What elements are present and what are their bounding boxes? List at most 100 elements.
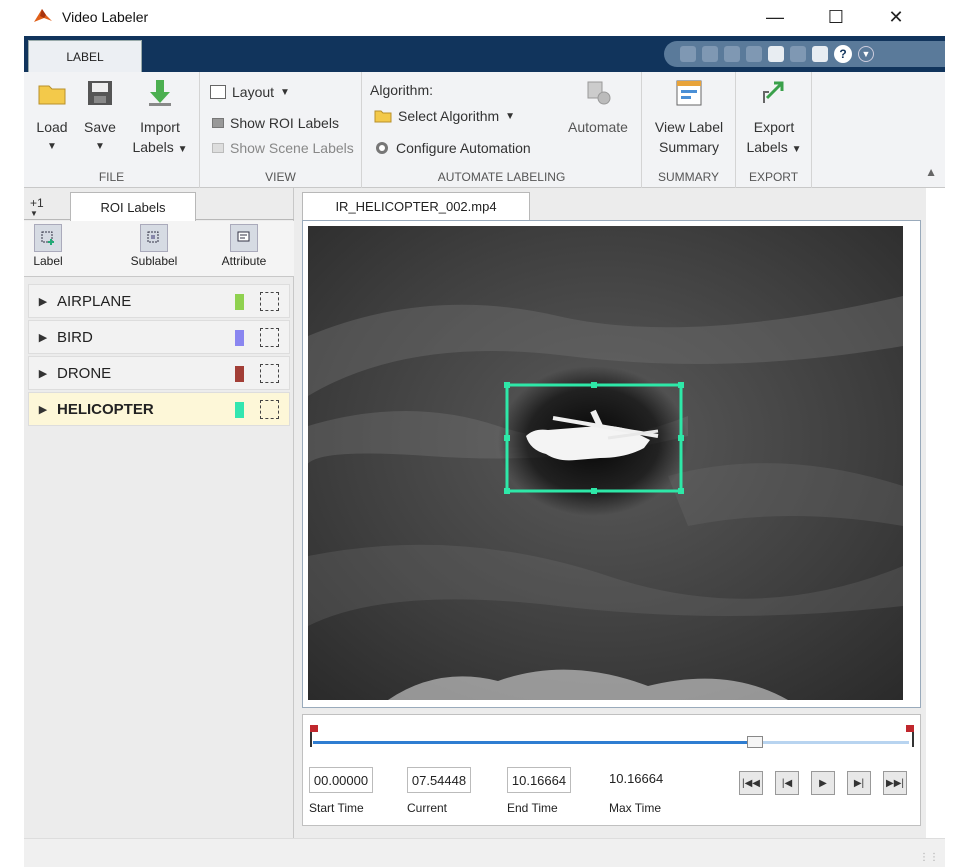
layout-label: Layout bbox=[232, 84, 275, 100]
caret-down-icon: ▼ bbox=[280, 86, 290, 98]
chevron-down-icon[interactable]: ▼ bbox=[858, 46, 874, 62]
tab-roi-labels[interactable]: ROI Labels bbox=[70, 192, 196, 221]
view-label-summary-line1: View Label bbox=[654, 119, 724, 135]
label-list: ▶ AIRPLANE ▶ BIRD ▶ DRONE ▶ HELICOPTER bbox=[28, 284, 290, 428]
automate-label: Automate bbox=[568, 119, 628, 135]
export-labels-button[interactable]: Export Labels ▼ bbox=[742, 78, 806, 160]
switch-windows-icon[interactable] bbox=[812, 46, 828, 62]
save-icon[interactable] bbox=[680, 46, 696, 62]
label-name: DRONE bbox=[57, 364, 112, 382]
expand-arrow-icon[interactable]: ▶ bbox=[29, 403, 57, 416]
algorithm-heading: Algorithm: bbox=[370, 82, 434, 98]
window-title: Video Labeler bbox=[62, 9, 149, 25]
minimize-button[interactable]: — bbox=[752, 0, 798, 34]
tab-overflow-menu[interactable]: +1 ▼ bbox=[30, 196, 44, 218]
add-attribute-button[interactable]: Attribute bbox=[210, 224, 278, 268]
summary-group: View Label Summary SUMMARY bbox=[642, 72, 736, 188]
close-button[interactable]: ✕ bbox=[873, 0, 919, 34]
tab-video-file[interactable]: IR_HELICOPTER_002.mp4 bbox=[302, 192, 530, 220]
layout-icon bbox=[210, 85, 226, 99]
maximize-button[interactable]: ☐ bbox=[813, 0, 859, 34]
show-roi-labels-checkbox[interactable]: Show ROI Labels bbox=[212, 115, 339, 131]
floppy-disk-icon bbox=[88, 81, 112, 105]
attribute-tool-label: Attribute bbox=[221, 254, 267, 268]
first-frame-icon: |◀◀ bbox=[742, 777, 760, 789]
expand-arrow-icon[interactable]: ▶ bbox=[29, 331, 57, 344]
summary-group-label: SUMMARY bbox=[657, 170, 720, 184]
cut-icon[interactable] bbox=[702, 46, 718, 62]
add-attribute-icon bbox=[230, 224, 258, 252]
save-button[interactable]: Save ▼ bbox=[80, 78, 120, 157]
import-labels-button[interactable]: Import Labels ▼ bbox=[130, 78, 190, 160]
view-group: Layout ▼ Show ROI Labels Show Scene Labe… bbox=[200, 72, 362, 188]
roi-rectangle-icon bbox=[260, 400, 279, 419]
help-icon[interactable]: ? bbox=[834, 45, 852, 63]
next-frame-icon: ▶| bbox=[853, 777, 865, 789]
list-item[interactable]: ▶ HELICOPTER bbox=[28, 392, 290, 426]
last-frame-icon: ▶▶| bbox=[886, 777, 904, 789]
start-time-field[interactable]: 00.00000 bbox=[309, 767, 373, 793]
configure-automation-button[interactable]: Configure Automation bbox=[374, 140, 531, 156]
last-frame-button[interactable]: ▶▶| bbox=[883, 771, 907, 795]
roi-labels-panel: +1 ▼ ROI Labels Label Sublabel Attribute … bbox=[24, 188, 294, 838]
copy-icon[interactable] bbox=[724, 46, 740, 62]
save-label: Save bbox=[84, 119, 116, 135]
add-label-button[interactable]: Label bbox=[30, 224, 66, 268]
gear-icon bbox=[376, 142, 388, 154]
list-item[interactable]: ▶ DRONE bbox=[28, 356, 290, 390]
resize-grip-icon[interactable]: ⋮⋮ bbox=[919, 852, 939, 863]
select-algorithm-dropdown[interactable]: Select Algorithm ▼ bbox=[374, 108, 515, 124]
paste-icon[interactable] bbox=[746, 46, 762, 62]
caret-down-icon: ▼ bbox=[177, 144, 188, 155]
expand-arrow-icon[interactable]: ▶ bbox=[29, 295, 57, 308]
timeline-progress bbox=[313, 741, 756, 744]
tab-label[interactable]: LABEL bbox=[28, 40, 142, 72]
caret-down-icon: ▼ bbox=[95, 141, 105, 152]
video-display[interactable] bbox=[308, 226, 903, 700]
roi-rectangle-icon bbox=[260, 292, 279, 311]
status-bar: ⋮⋮ bbox=[24, 838, 945, 867]
add-sublabel-button[interactable]: Sublabel bbox=[124, 224, 184, 268]
playback-controls: 00.00000 Start Time 07.54448 Current 10.… bbox=[302, 714, 921, 826]
layout-button[interactable]: Layout ▼ bbox=[210, 84, 290, 100]
max-time-value: 10.16664 bbox=[609, 771, 664, 786]
roi-rectangle-icon bbox=[260, 328, 279, 347]
view-label-summary-button[interactable]: View Label Summary bbox=[648, 78, 730, 157]
ribbon: Load ▼ Save ▼ Import Labels ▼ FILE Layou… bbox=[24, 72, 945, 188]
previous-frame-button[interactable]: |◀ bbox=[775, 771, 799, 795]
start-time-caption: Start Time bbox=[309, 801, 364, 815]
file-group-label: FILE bbox=[98, 170, 125, 184]
add-sublabel-icon bbox=[140, 224, 168, 252]
tab-overflow-label: +1 bbox=[30, 196, 44, 210]
collapse-ribbon-icon[interactable]: ▲ bbox=[925, 165, 937, 179]
first-frame-button[interactable]: |◀◀ bbox=[739, 771, 763, 795]
label-color-swatch bbox=[235, 294, 244, 310]
list-item[interactable]: ▶ AIRPLANE bbox=[28, 284, 290, 318]
automate-button[interactable]: Automate bbox=[560, 78, 636, 137]
next-frame-button[interactable]: ▶| bbox=[847, 771, 871, 795]
current-time-field[interactable]: 07.54448 bbox=[407, 767, 471, 793]
end-time-field[interactable]: 10.16664 bbox=[507, 767, 571, 793]
show-scene-labels-checkbox[interactable]: Show Scene Labels bbox=[212, 140, 354, 156]
import-label-line2: Labels bbox=[132, 139, 174, 155]
timeline-thumb[interactable] bbox=[747, 736, 764, 748]
label-name: AIRPLANE bbox=[57, 292, 132, 310]
checkbox-icon bbox=[212, 143, 224, 153]
caret-down-icon: ▼ bbox=[47, 141, 57, 152]
start-flag-icon[interactable] bbox=[309, 725, 319, 747]
load-button[interactable]: Load ▼ bbox=[32, 78, 72, 157]
minimize-icon: — bbox=[766, 6, 784, 27]
undo-icon[interactable] bbox=[768, 46, 784, 62]
maximize-icon: ☐ bbox=[827, 6, 845, 27]
label-color-swatch bbox=[235, 402, 244, 418]
add-label-icon bbox=[34, 224, 62, 252]
summary-icon bbox=[676, 80, 702, 106]
redo-icon[interactable] bbox=[790, 46, 806, 62]
checkbox-icon bbox=[212, 118, 224, 128]
automate-group-label: AUTOMATE LABELING bbox=[437, 170, 566, 184]
list-item[interactable]: ▶ BIRD bbox=[28, 320, 290, 354]
end-flag-icon[interactable] bbox=[905, 725, 915, 747]
play-button[interactable]: ▶ bbox=[811, 771, 835, 795]
expand-arrow-icon[interactable]: ▶ bbox=[29, 367, 57, 380]
timeline-slider[interactable] bbox=[313, 741, 909, 744]
